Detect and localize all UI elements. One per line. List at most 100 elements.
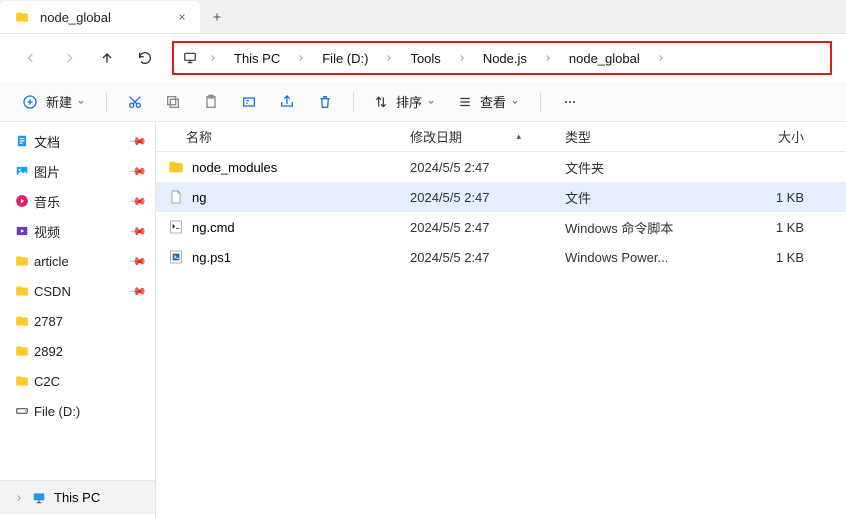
sidebar-item[interactable]: 2787 xyxy=(0,306,155,336)
file-size: 1 KB xyxy=(675,250,834,265)
more-button[interactable] xyxy=(553,88,587,116)
breadcrumb[interactable]: This PC File (D:) Tools Node.js node_glo… xyxy=(172,41,832,75)
file-row[interactable]: ng.ps1 2024/5/5 2:47Windows Power...1 KB xyxy=(156,242,846,272)
copy-button[interactable] xyxy=(157,88,189,116)
sidebar-item-label: 图片 xyxy=(34,162,60,181)
file-size: 1 KB xyxy=(675,190,834,205)
file-date: 2024/5/5 2:47 xyxy=(396,190,551,205)
chevron-right-icon xyxy=(451,53,473,63)
ps1-icon xyxy=(168,249,184,265)
sidebar-item-label: File (D:) xyxy=(34,404,80,419)
file-date: 2024/5/5 2:47 xyxy=(396,220,551,235)
view-button-label: 查看 xyxy=(480,92,506,111)
file-size: 1 KB xyxy=(675,220,834,235)
chevron-right-icon xyxy=(14,493,24,503)
folder-icon xyxy=(168,159,184,175)
tab-title: node_global xyxy=(40,10,164,25)
sidebar-item[interactable]: File (D:) xyxy=(0,396,155,426)
folder-icon xyxy=(14,283,30,299)
file-date: 2024/5/5 2:47 xyxy=(396,250,551,265)
sort-button[interactable]: 排序 xyxy=(366,88,444,116)
sidebar-item-label: 音乐 xyxy=(34,192,60,211)
tab-bar: node_global xyxy=(0,0,846,34)
sidebar-item-label: CSDN xyxy=(34,284,71,299)
chevron-right-icon xyxy=(537,53,559,63)
toolbar-divider xyxy=(106,92,107,112)
breadcrumb-item[interactable]: Node.js xyxy=(477,47,533,70)
file-pane: 名称 修改日期▴ 类型 大小 node_modules2024/5/5 2:47… xyxy=(156,122,846,518)
file-type: Windows 命令脚本 xyxy=(551,218,675,237)
pin-icon: 📌 xyxy=(129,282,148,301)
col-type[interactable]: 类型 xyxy=(551,127,675,146)
doc-icon xyxy=(14,133,30,149)
file-row[interactable]: node_modules2024/5/5 2:47文件夹 xyxy=(156,152,846,182)
monitor-icon xyxy=(182,50,198,66)
sort-button-label: 排序 xyxy=(396,92,422,111)
rename-button[interactable] xyxy=(233,88,265,116)
delete-button[interactable] xyxy=(309,88,341,116)
new-button-label: 新建 xyxy=(46,92,72,111)
sidebar-spacer xyxy=(0,426,155,480)
sidebar-item-this-pc[interactable]: This PC xyxy=(0,480,155,514)
sidebar-item[interactable]: 视频📌 xyxy=(0,216,155,246)
breadcrumb-item[interactable]: Tools xyxy=(404,47,446,70)
sidebar-item[interactable]: article📌 xyxy=(0,246,155,276)
sidebar-item[interactable]: CSDN 📌 xyxy=(0,276,155,306)
view-button[interactable]: 查看 xyxy=(450,88,528,116)
folder-icon xyxy=(14,9,30,25)
pin-icon: 📌 xyxy=(129,252,148,271)
file-type: 文件 xyxy=(551,188,675,207)
pin-icon: 📌 xyxy=(129,192,148,211)
new-tab-button[interactable] xyxy=(200,1,234,33)
sidebar-item-label: 2787 xyxy=(34,314,63,329)
toolbar-divider xyxy=(353,92,354,112)
up-button[interactable] xyxy=(90,41,124,75)
folder-icon xyxy=(14,253,30,269)
sidebar-item-label: C2C xyxy=(34,374,60,389)
chevron-right-icon xyxy=(650,53,672,63)
pin-icon: 📌 xyxy=(129,162,148,181)
sidebar-item[interactable]: 音乐 📌 xyxy=(0,186,155,216)
file-row[interactable]: ng 2024/5/5 2:47文件1 KB xyxy=(156,182,846,212)
col-name[interactable]: 名称 xyxy=(156,127,396,146)
sidebar-item[interactable]: 图片 📌 xyxy=(0,156,155,186)
video-icon xyxy=(14,223,30,239)
monitor-icon xyxy=(32,491,46,505)
file-type: Windows Power... xyxy=(551,250,675,265)
sidebar-item[interactable]: 2892 xyxy=(0,336,155,366)
file-date: 2024/5/5 2:47 xyxy=(396,160,551,175)
toolbar: 新建 排序 查看 xyxy=(0,82,846,122)
breadcrumb-item[interactable]: node_global xyxy=(563,47,646,70)
tab-active[interactable]: node_global xyxy=(0,1,200,33)
folder-icon xyxy=(14,313,30,329)
folder-icon xyxy=(14,373,30,389)
chevron-right-icon xyxy=(290,53,312,63)
sidebar-bottom-label: This PC xyxy=(54,490,100,505)
col-size[interactable]: 大小 xyxy=(675,127,834,146)
share-button[interactable] xyxy=(271,88,303,116)
sidebar-item-label: 2892 xyxy=(34,344,63,359)
sidebar-item[interactable]: C2C xyxy=(0,366,155,396)
forward-button[interactable] xyxy=(52,41,86,75)
col-date[interactable]: 修改日期▴ xyxy=(396,127,551,146)
back-button[interactable] xyxy=(14,41,48,75)
file-name: ng.ps1 xyxy=(192,250,231,265)
nav-bar: This PC File (D:) Tools Node.js node_glo… xyxy=(0,34,846,82)
paste-button[interactable] xyxy=(195,88,227,116)
new-button[interactable]: 新建 xyxy=(14,88,94,116)
close-icon[interactable] xyxy=(174,9,190,25)
file-row[interactable]: ng.cmd2024/5/5 2:47Windows 命令脚本1 KB xyxy=(156,212,846,242)
pin-icon: 📌 xyxy=(129,132,148,151)
img-icon xyxy=(14,163,30,179)
music-icon xyxy=(14,193,30,209)
folder-icon xyxy=(14,343,30,359)
refresh-button[interactable] xyxy=(128,41,162,75)
drive-icon xyxy=(14,403,30,419)
file-name: ng xyxy=(192,190,206,205)
breadcrumb-item[interactable]: File (D:) xyxy=(316,47,374,70)
cut-button[interactable] xyxy=(119,88,151,116)
sidebar-item[interactable]: 文档📌 xyxy=(0,126,155,156)
column-headers: 名称 修改日期▴ 类型 大小 xyxy=(156,122,846,152)
breadcrumb-item[interactable]: This PC xyxy=(228,47,286,70)
file-type: 文件夹 xyxy=(551,158,675,177)
